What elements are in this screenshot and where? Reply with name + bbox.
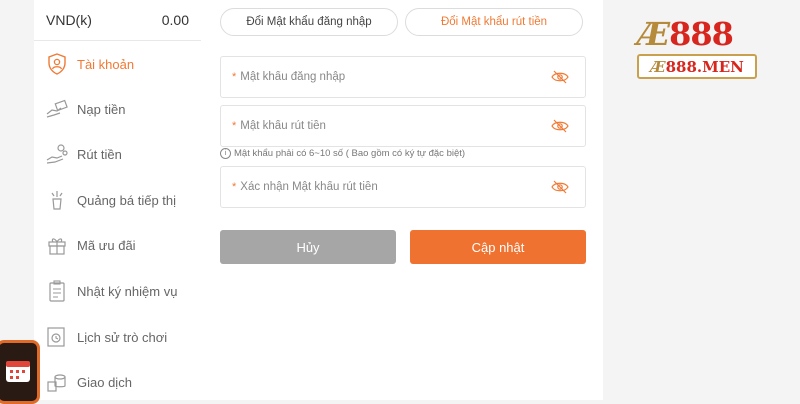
sidebar-item-transactions[interactable]: Giao dịch bbox=[34, 362, 201, 402]
tab-change-withdraw-password[interactable]: Đổi Mật khẩu rút tiền bbox=[405, 8, 583, 36]
tab-change-login-password[interactable]: Đổi Mật khẩu đăng nhập bbox=[220, 8, 398, 36]
sidebar-item-withdraw[interactable]: Rút tiền bbox=[34, 134, 201, 174]
eye-slash-icon[interactable] bbox=[551, 69, 573, 85]
balance-amount: 0.00 bbox=[161, 12, 189, 28]
sidebar-item-marketing[interactable]: Quảng bá tiếp thị bbox=[34, 180, 201, 220]
password-hint: i Mật khẩu phải có 6~10 số ( Bao gồm có … bbox=[220, 148, 465, 159]
sidebar-item-game-history[interactable]: Lịch sử trò chơi bbox=[34, 317, 201, 357]
sidebar-item-label: Tài khoản bbox=[77, 56, 135, 72]
logo-bottom-text: 888.MEN bbox=[665, 57, 744, 76]
sidebar: VND(k) 0.00 Tài khoản Nạp tiền Rút tiền … bbox=[34, 0, 202, 400]
logo-top: Æ 888 bbox=[637, 16, 763, 52]
logo-ae-mark: Æ bbox=[637, 15, 670, 53]
required-mark: * bbox=[232, 120, 237, 132]
hint-text: Mật khẩu phải có 6~10 số ( Bao gồm có ký… bbox=[234, 148, 466, 159]
sidebar-item-promo-code[interactable]: Mã ưu đãi bbox=[34, 225, 201, 265]
sidebar-item-label: Mã ưu đãi bbox=[77, 237, 136, 253]
confirm-password-input[interactable] bbox=[240, 181, 551, 193]
confirm-password-field: * bbox=[220, 166, 586, 208]
clipboard-icon bbox=[46, 280, 68, 302]
sidebar-item-label: Quảng bá tiếp thị bbox=[77, 192, 177, 208]
sidebar-item-label: Lịch sử trò chơi bbox=[77, 329, 168, 345]
required-mark: * bbox=[232, 71, 237, 83]
logo-ae-mark: Æ bbox=[650, 57, 666, 76]
login-password-field: * bbox=[220, 56, 586, 98]
main-panel: Đổi Mật khẩu đăng nhập Đổi Mật khẩu rút … bbox=[201, 0, 603, 400]
eye-slash-icon[interactable] bbox=[551, 179, 573, 195]
update-button[interactable]: Cập nhật bbox=[410, 230, 586, 264]
sidebar-item-account[interactable]: Tài khoản bbox=[34, 44, 201, 84]
promotion-icon bbox=[46, 189, 68, 211]
sidebar-item-label: Giao dịch bbox=[77, 374, 132, 390]
sidebar-item-label: Nhật ký nhiệm vụ bbox=[77, 283, 178, 299]
gift-icon bbox=[46, 234, 68, 256]
cancel-button[interactable]: Hủy bbox=[220, 230, 396, 264]
sidebar-item-label: Rút tiền bbox=[77, 146, 122, 162]
logo-top-text: 888 bbox=[669, 15, 734, 53]
currency-label: VND(k) bbox=[46, 12, 92, 28]
brand-logo: Æ 888 Æ 888.MEN bbox=[637, 16, 763, 86]
transaction-icon bbox=[46, 371, 68, 393]
withdraw-password-input[interactable] bbox=[240, 120, 551, 132]
eye-slash-icon[interactable] bbox=[551, 118, 573, 134]
withdraw-hand-icon bbox=[46, 143, 68, 165]
logo-bottom: Æ 888.MEN bbox=[637, 54, 757, 79]
shield-user-icon bbox=[46, 53, 68, 75]
calendar-app-button[interactable] bbox=[0, 340, 40, 404]
withdraw-password-field: * bbox=[220, 105, 586, 147]
sidebar-item-label: Nạp tiền bbox=[77, 101, 126, 117]
sidebar-item-mission-log[interactable]: Nhật ký nhiệm vụ bbox=[34, 271, 201, 311]
deposit-hand-icon bbox=[46, 98, 68, 120]
balance-bar: VND(k) 0.00 bbox=[34, 0, 201, 41]
login-password-input[interactable] bbox=[240, 71, 551, 83]
game-history-icon bbox=[46, 326, 68, 348]
required-mark: * bbox=[232, 181, 237, 193]
info-icon: i bbox=[220, 148, 231, 159]
sidebar-item-deposit[interactable]: Nạp tiền bbox=[34, 89, 201, 129]
calendar-icon bbox=[3, 355, 33, 390]
